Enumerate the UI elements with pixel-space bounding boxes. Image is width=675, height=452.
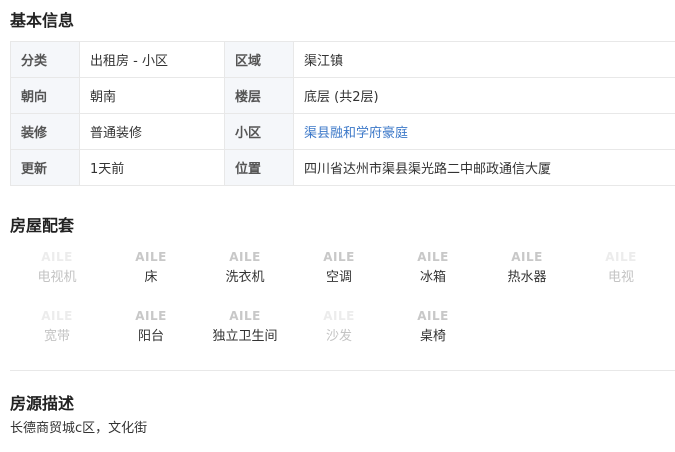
facility-label: 桌椅 [419,329,446,344]
section-divider [10,370,675,371]
facility-washing-machine: AILE 洗衣机 [198,246,292,305]
bed-icon: AILE [135,250,167,264]
basic-info-title: 基本信息 [10,11,75,30]
community-link[interactable]: 渠县融和学府豪庭 [293,113,675,150]
fridge-icon: AILE [417,250,449,264]
tv-set-icon: AILE [41,250,73,264]
location-label: 位置 [224,149,294,186]
location-value: 四川省达州市渠县渠光路二中邮政通信大厦 [293,149,675,186]
info-row-decoration: 装修 普通装修 小区 渠县融和学府豪庭 [10,113,675,150]
balcony-icon: AILE [135,309,167,323]
facility-label: 床 [144,270,158,285]
washing-machine-icon: AILE [229,250,261,264]
facility-label: 沙发 [325,329,352,344]
facility-broadband: AILE 宽带 [10,305,104,364]
tv-icon: AILE [605,250,637,264]
basic-info-table: 分类 出租房 - 小区 区域 渠江镇 朝向 朝南 楼层 底层 (共2层) 装修 … [10,41,675,186]
description-title: 房源描述 [10,394,75,413]
facility-label: 电视机 [37,270,77,285]
facility-tv-set: AILE 电视机 [10,246,104,305]
category-value: 出租房 - 小区 [79,41,225,78]
facility-label: 电视 [607,270,634,285]
category-label: 分类 [10,41,80,78]
facilities-grid: AILE 电视机 AILE 床 AILE 洗衣机 AILE 空调 AILE 冰箱 AILE… [10,246,675,364]
updated-label: 更新 [10,149,80,186]
facility-fridge: AILE 冰箱 [386,246,480,305]
facility-label: 冰箱 [419,270,446,285]
area-value: 渠江镇 [293,41,675,78]
facility-label: 空调 [325,270,352,285]
facility-label: 独立卫生间 [212,329,278,344]
facility-bed: AILE 床 [104,246,198,305]
info-row-updated: 更新 1天前 位置 四川省达州市渠县渠光路二中邮政通信大厦 [10,149,675,186]
facility-air-conditioner: AILE 空调 [292,246,386,305]
facility-sofa: AILE 沙发 [292,305,386,364]
decoration-label: 装修 [10,113,80,150]
info-row-category: 分类 出租房 - 小区 区域 渠江镇 [10,41,675,78]
facility-label: 热水器 [507,270,547,285]
orientation-value: 朝南 [79,77,225,114]
community-label: 小区 [224,113,294,150]
floor-label: 楼层 [224,77,294,114]
bathroom-icon: AILE [229,309,261,323]
broadband-icon: AILE [41,309,73,323]
air-conditioner-icon: AILE [323,250,355,264]
facility-label: 宽带 [43,329,70,344]
sofa-icon: AILE [323,309,355,323]
facility-label: 阳台 [137,329,164,344]
water-heater-icon: AILE [511,250,543,264]
description-text: 长德商贸城c区，文化街 [10,421,148,436]
info-row-orientation: 朝向 朝南 楼层 底层 (共2层) [10,77,675,114]
facility-water-heater: AILE 热水器 [480,246,574,305]
table-chairs-icon: AILE [417,309,449,323]
facility-tv: AILE 电视 [574,246,668,305]
facility-label: 洗衣机 [225,270,265,285]
decoration-value: 普通装修 [79,113,225,150]
orientation-label: 朝向 [10,77,80,114]
facility-balcony: AILE 阳台 [104,305,198,364]
area-label: 区域 [224,41,294,78]
facility-private-bathroom: AILE 独立卫生间 [198,305,292,364]
facilities-title: 房屋配套 [10,216,75,235]
facility-table-chairs: AILE 桌椅 [386,305,480,364]
updated-value: 1天前 [79,149,225,186]
floor-value: 底层 (共2层) [293,77,675,114]
